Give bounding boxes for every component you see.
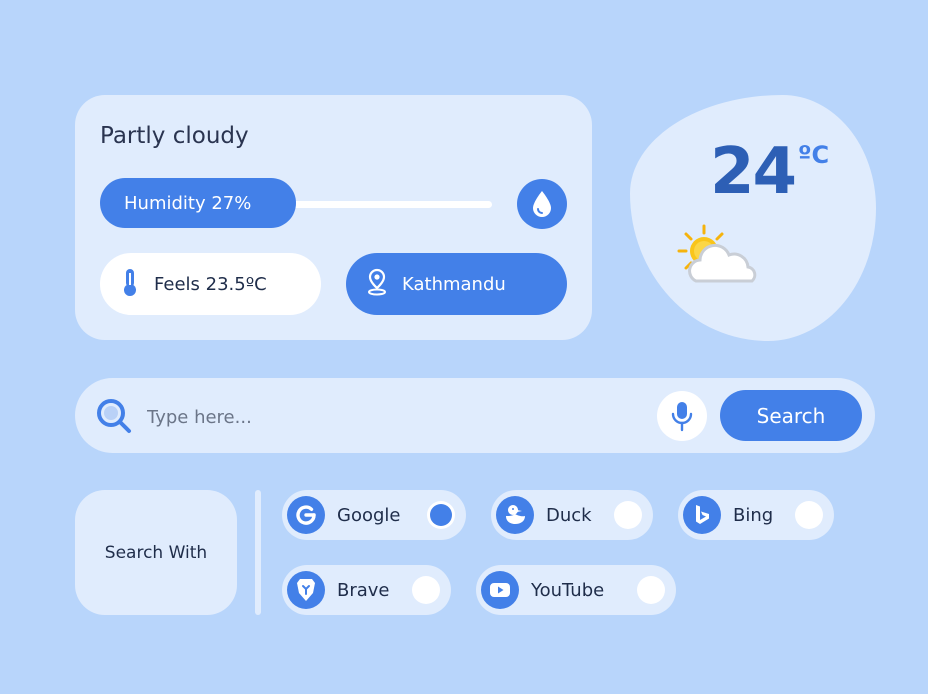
engine-label: Google bbox=[337, 504, 401, 526]
humidity-label: Humidity 27% bbox=[124, 192, 252, 214]
search-bar: Search bbox=[75, 378, 875, 453]
engine-radio[interactable] bbox=[412, 576, 440, 604]
bing-icon bbox=[683, 496, 721, 534]
engine-radio[interactable] bbox=[795, 501, 823, 529]
weather-card: Partly cloudy Humidity 27% Feels 23.5ºC bbox=[75, 95, 592, 340]
engine-label: Bing bbox=[733, 504, 774, 526]
search-with-label: Search With bbox=[75, 490, 237, 615]
feels-like-pill: Feels 23.5ºC bbox=[100, 253, 321, 315]
engine-radio[interactable] bbox=[637, 576, 665, 604]
search-button[interactable]: Search bbox=[720, 390, 862, 441]
partly-cloudy-icon bbox=[674, 223, 764, 293]
temperature-value: 24 bbox=[710, 135, 797, 209]
engine-label: YouTube bbox=[531, 579, 605, 601]
engine-option-bing[interactable]: Bing bbox=[678, 490, 834, 540]
engine-option-duck[interactable]: Duck bbox=[491, 490, 653, 540]
feels-like-label: Feels 23.5ºC bbox=[154, 273, 267, 295]
engine-option-brave[interactable]: Brave bbox=[282, 565, 451, 615]
engine-option-youtube[interactable]: YouTube bbox=[476, 565, 676, 615]
weather-condition: Partly cloudy bbox=[100, 123, 249, 149]
divider bbox=[255, 490, 261, 615]
temperature-unit: ºC bbox=[798, 141, 830, 169]
location-pill[interactable]: Kathmandu bbox=[346, 253, 567, 315]
google-icon bbox=[287, 496, 325, 534]
engine-radio[interactable] bbox=[614, 501, 642, 529]
location-pin-icon bbox=[366, 268, 388, 301]
engine-label: Brave bbox=[337, 579, 390, 601]
engine-radio[interactable] bbox=[427, 501, 455, 529]
youtube-icon bbox=[481, 571, 519, 609]
temperature-card: 24 ºC bbox=[630, 95, 876, 341]
humidity-bar: Humidity 27% bbox=[100, 178, 296, 228]
water-drop-icon[interactable] bbox=[517, 179, 567, 229]
engine-label: Duck bbox=[546, 504, 592, 526]
engine-option-google[interactable]: Google bbox=[282, 490, 466, 540]
search-icon bbox=[95, 397, 133, 439]
brave-lion-icon bbox=[287, 571, 325, 609]
search-with-text: Search With bbox=[104, 542, 208, 563]
microphone-icon[interactable] bbox=[657, 391, 707, 441]
search-input[interactable] bbox=[145, 398, 639, 436]
location-label: Kathmandu bbox=[402, 273, 506, 295]
duck-icon bbox=[496, 496, 534, 534]
thermometer-icon bbox=[120, 267, 140, 302]
